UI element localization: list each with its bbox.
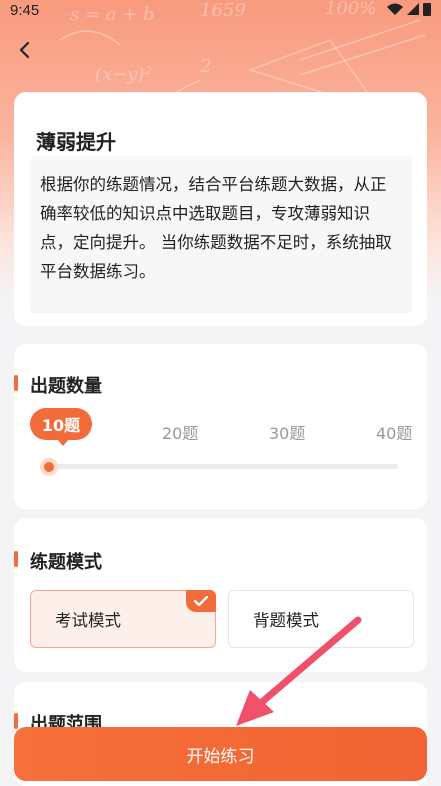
option-20[interactable]: 20题	[162, 420, 198, 444]
question-count-slider-track[interactable]	[44, 464, 398, 469]
status-bar: 9:45	[0, 0, 441, 20]
svg-text:2: 2	[199, 56, 211, 77]
svg-text:(x−y)²: (x−y)²	[95, 64, 152, 85]
question-count-title: 出题数量	[14, 372, 102, 398]
section-marker	[14, 551, 18, 567]
wifi-icon	[387, 3, 403, 15]
status-icons	[387, 2, 431, 16]
option-30[interactable]: 30题	[269, 420, 305, 444]
intro-description: 根据你的练题情况，结合平台练题大数据，从正确率较低的知识点中选取题目，专攻薄弱知…	[30, 156, 412, 314]
exam-mode-label: 考试模式	[55, 611, 121, 630]
start-practice-button[interactable]: 开始练习	[14, 727, 427, 781]
intro-card: 薄弱提升 根据你的练题情况，结合平台练题大数据，从正确率较低的知识点中选取题目，…	[14, 92, 427, 326]
recite-mode-label: 背题模式	[253, 611, 319, 630]
status-time: 9:45	[10, 1, 40, 19]
recite-mode-button[interactable]: 背题模式	[228, 590, 414, 648]
check-icon	[186, 590, 216, 612]
section-marker	[14, 375, 18, 391]
question-count-label: 出题数量	[30, 376, 102, 397]
back-button[interactable]	[12, 36, 36, 64]
chevron-left-icon	[19, 41, 30, 59]
section-marker	[14, 713, 18, 729]
battery-icon	[423, 3, 431, 16]
exam-mode-button[interactable]: 考试模式	[30, 590, 216, 648]
option-40[interactable]: 40题	[376, 420, 412, 444]
option-10[interactable]: 10题	[30, 408, 92, 446]
question-count-options: 10题 20题 30题 40题	[14, 408, 427, 448]
start-practice-label: 开始练习	[186, 746, 255, 767]
practice-mode-title: 练题模式	[14, 548, 102, 574]
signal-icon	[407, 3, 419, 15]
slider-thumb[interactable]	[40, 458, 58, 476]
intro-title: 薄弱提升	[36, 130, 116, 154]
practice-mode-card: 练题模式 考试模式 背题模式	[14, 518, 427, 672]
question-count-card: 出题数量 10题 20题 30题 40题	[14, 344, 427, 509]
practice-mode-label: 练题模式	[30, 552, 102, 573]
